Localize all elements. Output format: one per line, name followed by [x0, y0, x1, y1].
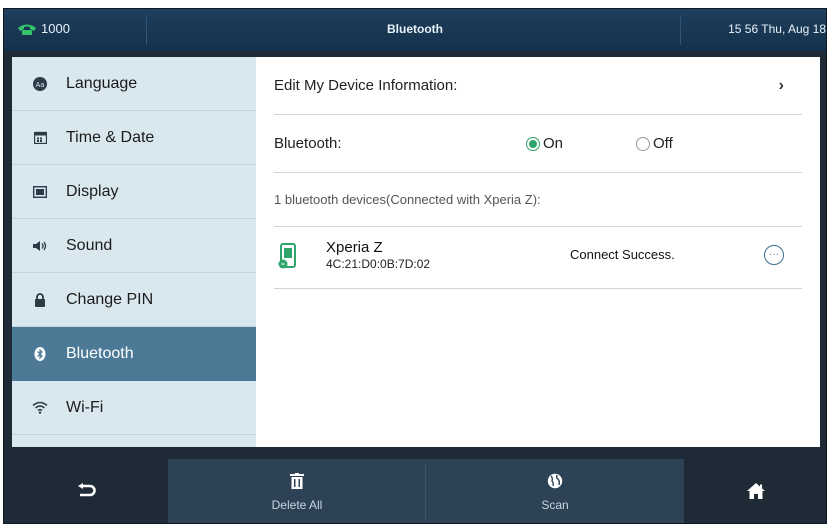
edit-device-info-label: Edit My Device Information: — [274, 77, 458, 94]
delete-all-button[interactable]: Delete All — [168, 459, 426, 523]
calendar-icon — [32, 130, 48, 146]
trash-icon — [290, 472, 304, 492]
device-connection-status: Connect Success. — [570, 247, 675, 262]
phone-screen: 1000 Bluetooth 15 56 Thu, Aug 18 Aa Lang… — [3, 8, 827, 524]
wifi-icon — [32, 400, 48, 416]
sidebar-item-label: Language — [66, 74, 138, 92]
device-count-row: 1 bluetooth devices(Connected with Xperi… — [274, 173, 802, 227]
sidebar-item-label: Time & Date — [66, 128, 155, 146]
bluetooth-settings-panel: Edit My Device Information: › Bluetooth:… — [256, 57, 820, 447]
sidebar-item-sound[interactable]: Sound — [12, 219, 256, 273]
device-count-text: 1 bluetooth devices(Connected with Xperi… — [274, 192, 541, 207]
sidebar-item-label: Sound — [66, 236, 113, 254]
page-title: Bluetooth — [387, 22, 443, 36]
sidebar-item-label: Bluetooth — [66, 344, 134, 362]
language-icon: Aa — [32, 76, 48, 92]
sidebar-item-wifi[interactable]: Wi-Fi — [12, 381, 256, 435]
sidebar-item-time-date[interactable]: Time & Date — [12, 111, 256, 165]
back-button[interactable] — [4, 459, 168, 523]
speaker-icon — [32, 238, 48, 254]
home-button[interactable] — [684, 459, 826, 523]
phone-device-icon — [278, 243, 298, 273]
sidebar-item-label: Change PIN — [66, 290, 154, 308]
bluetooth-off-radio[interactable]: Off — [636, 135, 673, 152]
radio-checked-icon — [526, 136, 540, 151]
back-arrow-icon — [76, 482, 96, 502]
sidebar-item-label: Wi-Fi — [66, 398, 104, 416]
scan-button[interactable]: Scan — [426, 459, 684, 523]
bluetooth-on-radio[interactable]: On — [526, 135, 563, 152]
clock: 15 56 Thu, Aug 18 — [728, 22, 826, 36]
more-options-icon[interactable]: ··· — [764, 245, 784, 265]
bluetooth-icon — [32, 346, 48, 362]
status-separator — [680, 15, 681, 45]
sidebar-item-label: Display — [66, 182, 119, 200]
home-icon — [747, 482, 765, 502]
off-label: Off — [653, 135, 673, 152]
on-label: On — [543, 135, 564, 152]
device-mac-address: 4C:21:D0:0B:7D:02 — [326, 257, 431, 271]
scan-globe-icon — [547, 473, 563, 492]
sidebar-item-change-pin[interactable]: Change PIN — [12, 273, 256, 327]
sidebar-item-display[interactable]: Display — [12, 165, 256, 219]
edit-device-info-row[interactable]: Edit My Device Information: › — [274, 57, 802, 115]
delete-all-label: Delete All — [271, 497, 323, 512]
radio-unchecked-icon — [636, 136, 650, 151]
bluetooth-toggle-row: Bluetooth: On Off — [274, 115, 802, 173]
softkey-bar: Delete All Scan — [4, 453, 826, 523]
chevron-right-icon: › — [778, 76, 784, 94]
bluetooth-label: Bluetooth: — [274, 135, 342, 152]
settings-sidebar: Aa Language Time & Date Display Sound Ch… — [12, 57, 256, 447]
paired-device-row[interactable]: Xperia Z 4C:21:D0:0B:7D:02 Connect Succe… — [274, 227, 802, 289]
device-name: Xperia Z — [326, 239, 383, 256]
svg-text:Aa: Aa — [35, 81, 44, 89]
scan-label: Scan — [541, 497, 569, 512]
lock-icon — [32, 292, 48, 308]
sidebar-item-language[interactable]: Aa Language — [12, 57, 256, 111]
display-icon — [32, 184, 48, 200]
sidebar-item-bluetooth[interactable]: Bluetooth — [12, 327, 256, 381]
status-bar: 1000 Bluetooth 15 56 Thu, Aug 18 — [4, 9, 826, 51]
